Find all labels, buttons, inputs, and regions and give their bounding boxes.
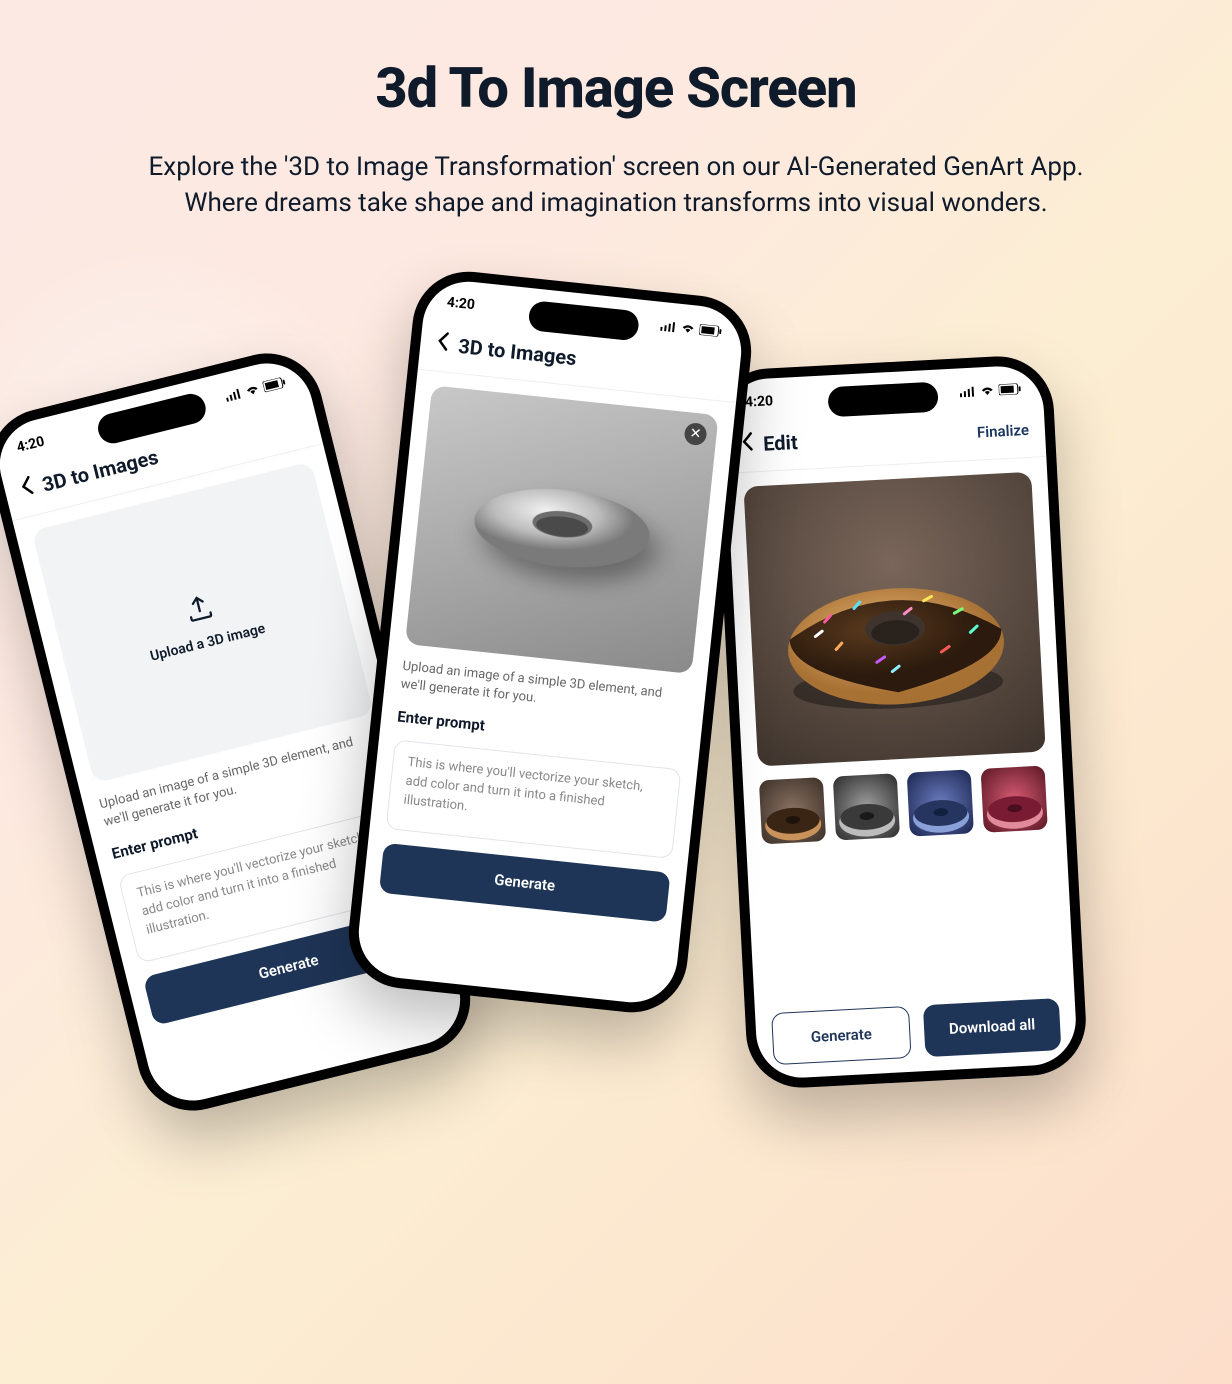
- donut-render: [770, 530, 1019, 726]
- status-icons: [224, 376, 286, 401]
- phone-mockup-preview: 4:20 3D to Images ✕: [343, 266, 756, 1018]
- battery-icon: [998, 383, 1021, 395]
- battery-icon: [262, 376, 286, 392]
- close-icon[interactable]: ✕: [683, 422, 707, 446]
- uploaded-image-preview[interactable]: ✕: [405, 385, 719, 674]
- phone-notch: [827, 381, 938, 417]
- variation-thumbnails: [759, 765, 1050, 844]
- phone-mockups: 4:20 3D to Images Upload a 3D image U: [0, 282, 1232, 1382]
- status-time: 4:20: [446, 294, 476, 313]
- page-subtitle: Explore the '3D to Image Transformation'…: [136, 149, 1096, 222]
- variation-thumbnail[interactable]: [981, 765, 1048, 832]
- hero-section: 3d To Image Screen Explore the '3D to Im…: [0, 0, 1232, 222]
- screen-title: Edit: [763, 430, 799, 456]
- generate-button[interactable]: Generate: [771, 1006, 912, 1065]
- torus-3d-render: [462, 472, 661, 586]
- wifi-icon: [979, 384, 995, 396]
- signal-icon: [660, 319, 677, 332]
- finalize-button[interactable]: Finalize: [977, 421, 1030, 442]
- upload-icon: [181, 590, 217, 626]
- status-icons: [660, 319, 722, 336]
- status-time: 4:20: [745, 393, 774, 410]
- back-icon[interactable]: [435, 330, 450, 357]
- signal-icon: [959, 385, 976, 397]
- wifi-icon: [680, 321, 696, 334]
- phone-mockup-edit: 4:20 Edit Finalize: [711, 353, 1088, 1090]
- download-all-button[interactable]: Download all: [923, 998, 1062, 1057]
- status-icons: [959, 383, 1020, 397]
- upload-dropzone[interactable]: Upload a 3D image: [31, 461, 373, 783]
- screen-title: 3D to Images: [457, 334, 577, 370]
- variation-thumbnail[interactable]: [833, 773, 900, 840]
- upload-label: Upload a 3D image: [149, 620, 267, 664]
- back-icon[interactable]: [18, 475, 36, 503]
- battery-icon: [699, 323, 722, 336]
- status-time: 4:20: [15, 433, 46, 455]
- signal-icon: [224, 387, 242, 402]
- variation-thumbnail[interactable]: [759, 777, 826, 844]
- variation-thumbnail[interactable]: [907, 769, 974, 836]
- generated-result-image[interactable]: [743, 472, 1045, 767]
- prompt-input[interactable]: This is where you'll vectorize your sket…: [386, 739, 682, 859]
- page-title: 3d To Image Screen: [0, 55, 1232, 121]
- generate-button[interactable]: Generate: [379, 843, 671, 923]
- wifi-icon: [244, 382, 261, 396]
